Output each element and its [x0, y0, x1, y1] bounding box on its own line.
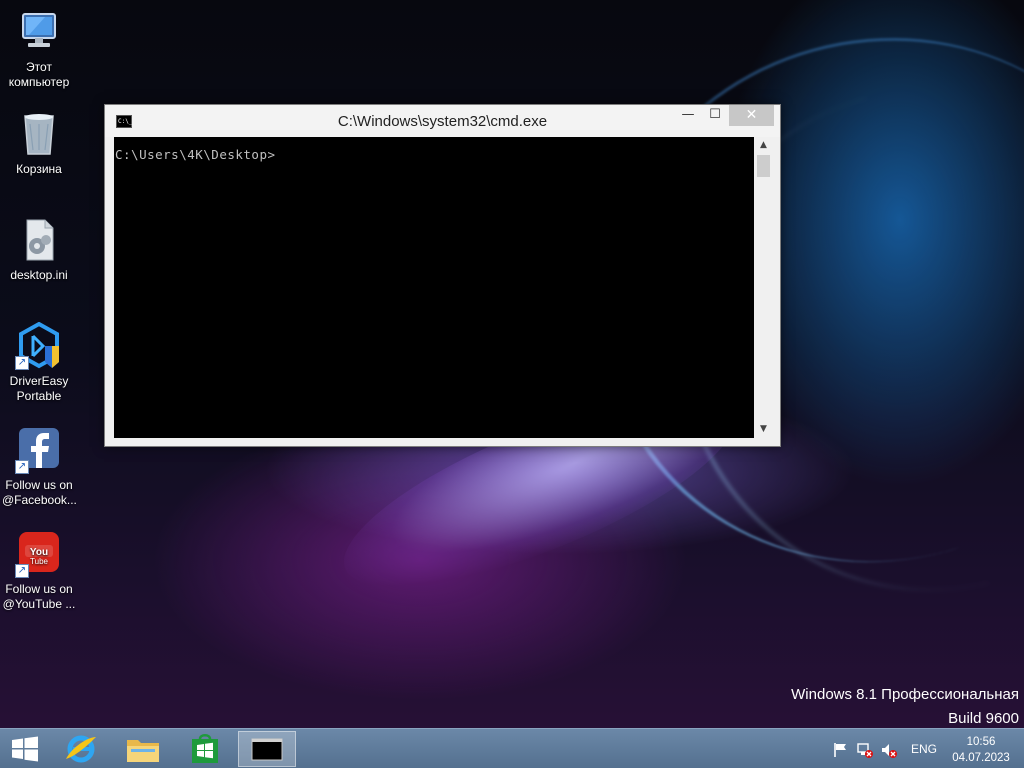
desktop-icon-label: Этот компьютер [8, 60, 70, 89]
recycle-bin-icon [15, 110, 63, 158]
shortcut-arrow-icon: ↗ [15, 356, 29, 370]
minimize-button[interactable]: — [675, 105, 701, 126]
network-disconnected-icon[interactable] [856, 741, 874, 759]
desktop-icon-facebook[interactable]: ↗ Follow us on @Facebook... [2, 426, 77, 508]
window-titlebar[interactable]: C:\_ C:\Windows\system32\cmd.exe — ☐ ✕ [105, 105, 780, 137]
desktop-icon-youtube[interactable]: You Tube ↗ Follow us on @YouTube ... [2, 530, 76, 612]
clock-date: 04.07.2023 [952, 752, 1010, 764]
command-prompt: C:\Users\4K\Desktop> [115, 147, 276, 162]
scroll-down-icon[interactable]: ▼ [755, 421, 772, 438]
desktop-icon-label: Follow us on @Facebook... [2, 478, 77, 507]
desktop-icon-label: Корзина [16, 162, 62, 176]
desktop-icon-label: desktop.ini [10, 268, 68, 282]
desktop-icon-desktop-ini[interactable]: desktop.ini [2, 216, 76, 283]
desktop-icon-recycle-bin[interactable]: Корзина [2, 110, 76, 177]
scrollbar-thumb[interactable] [757, 155, 770, 177]
desktop-icon-label: Follow us on @YouTube ... [2, 582, 76, 611]
taskbar-cmd[interactable] [238, 731, 296, 767]
store-icon [192, 734, 218, 763]
console-output[interactable]: C:\Users\4K\Desktop> [114, 137, 754, 438]
computer-icon [15, 8, 63, 56]
taskbar-clock[interactable]: 10:56 04.07.2023 [946, 734, 1016, 766]
cmd-window[interactable]: C:\_ C:\Windows\system32\cmd.exe — ☐ ✕ C… [104, 104, 781, 447]
taskbar-internet-explorer[interactable] [52, 731, 110, 767]
close-button[interactable]: ✕ [729, 105, 774, 126]
clock-time: 10:56 [966, 736, 996, 748]
windows-watermark: Windows 8.1 Профессиональная Build 9600 [791, 683, 1019, 731]
vertical-scrollbar[interactable]: ▲ ▼ [755, 137, 772, 438]
taskbar-file-explorer[interactable] [114, 731, 172, 767]
start-icon [12, 736, 38, 762]
shortcut-arrow-icon: ↗ [15, 460, 29, 474]
volume-muted-icon[interactable] [880, 741, 898, 759]
drivereasy-icon: ↗ [15, 321, 63, 370]
cmd-icon [251, 738, 283, 761]
start-button[interactable] [0, 731, 50, 767]
maximize-button[interactable]: ☐ [702, 105, 728, 126]
scroll-up-icon[interactable]: ▲ [755, 137, 772, 154]
action-center-flag-icon[interactable] [832, 741, 850, 759]
desktop-icon-drivereasy[interactable]: ↗ DriverEasy Portable [2, 321, 76, 404]
shortcut-arrow-icon: ↗ [15, 564, 29, 578]
input-language-indicator[interactable]: ENG [911, 742, 937, 756]
settings-file-icon [15, 216, 63, 264]
internet-explorer-icon [66, 735, 96, 763]
facebook-icon: ↗ [15, 426, 63, 474]
taskbar-store[interactable] [176, 731, 234, 767]
desktop-icon-label: DriverEasy Portable [9, 374, 69, 403]
desktop-icon-this-pc[interactable]: Этот компьютер [2, 8, 76, 90]
taskbar: ENG 10:56 04.07.2023 [0, 728, 1024, 768]
youtube-icon: You Tube ↗ [15, 530, 63, 578]
svg-text:Tube: Tube [30, 557, 48, 566]
file-explorer-icon [127, 740, 159, 762]
watermark-edition: Windows 8.1 Профессиональная [791, 686, 1019, 703]
